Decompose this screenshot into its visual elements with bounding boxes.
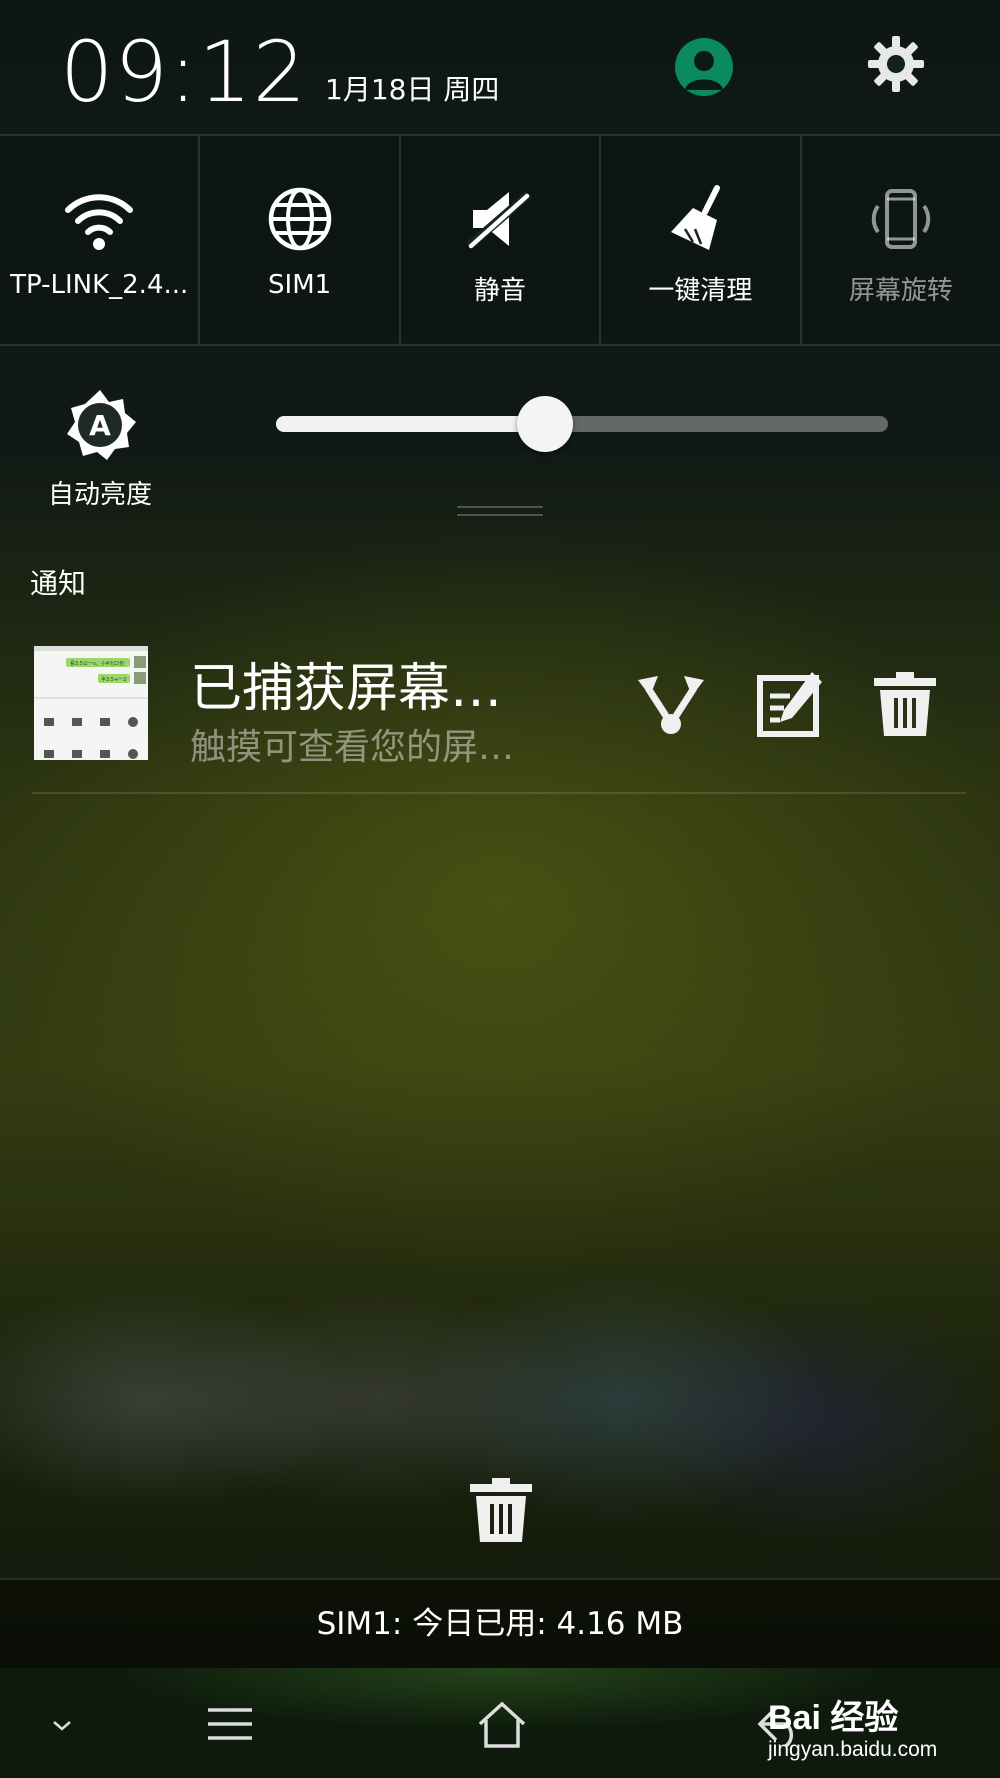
clear-all-notifications-icon[interactable] xyxy=(466,1476,536,1546)
brightness-slider-fill xyxy=(276,416,546,432)
toggle-mute-label: 静音 xyxy=(474,276,527,306)
screenshot-thumbnail: 看3.5公一v。小4七口也 半3.5+一2 xyxy=(34,646,148,760)
toggle-mobile-data[interactable]: SIM1 xyxy=(200,136,401,344)
edit-icon[interactable] xyxy=(754,670,824,740)
delete-icon[interactable] xyxy=(870,670,940,740)
toggle-screen-rotation[interactable]: 屏幕旋转 xyxy=(802,136,1000,344)
globe-icon xyxy=(268,187,331,251)
toggle-wifi-label: TP-LINK_2.4... xyxy=(10,270,189,300)
toggle-mute[interactable]: 静音 xyxy=(401,136,602,344)
notification-screenshot[interactable]: 看3.5公一v。小4七口也 半3.5+一2 已捕获屏幕… 触摸可查看您的屏… xyxy=(32,640,966,794)
share-icon[interactable] xyxy=(636,670,706,740)
clock-time: 09:12 xyxy=(60,23,308,121)
rotate-icon xyxy=(871,189,931,249)
toggle-screen-rotation-label: 屏幕旋转 xyxy=(848,276,953,306)
menu-icon[interactable] xyxy=(200,1700,260,1750)
settings-gear-icon[interactable] xyxy=(866,34,926,94)
broom-icon xyxy=(671,185,721,250)
toggle-one-key-clean-label: 一键清理 xyxy=(648,276,753,306)
quick-settings-panel: TP-LINK_2.4... SIM1 静音 一键清理 屏幕旋转 xyxy=(0,134,1000,346)
brightness-slider[interactable] xyxy=(276,396,888,452)
watermark-url: jingyan.baidu.com xyxy=(768,1738,938,1761)
drag-handle[interactable] xyxy=(457,506,543,518)
notification-title: 已捕获屏幕… xyxy=(190,659,503,719)
auto-brightness-icon[interactable]: A xyxy=(63,388,137,462)
toggle-one-key-clean[interactable]: 一键清理 xyxy=(601,136,802,344)
wifi-icon xyxy=(65,194,134,250)
home-icon[interactable] xyxy=(472,1700,532,1750)
toggle-mobile-data-label: SIM1 xyxy=(268,270,332,300)
notifications-header: 通知 xyxy=(30,567,87,600)
down-chevron-icon[interactable] xyxy=(34,1700,90,1750)
brightness-slider-thumb[interactable] xyxy=(517,396,574,452)
baidu-jingyan-watermark: Bai 经验 jingyan.baidu.com xyxy=(760,1668,1000,1778)
svg-text:A: A xyxy=(89,409,111,442)
thumbnail-bubble-2: 半3.5+一2 xyxy=(101,676,126,683)
user-avatar-icon[interactable] xyxy=(675,38,733,96)
auto-brightness-label: 自动亮度 xyxy=(47,480,152,510)
watermark-brand: Bai 经验 xyxy=(768,1699,899,1737)
mute-icon xyxy=(466,190,532,250)
data-usage-label: SIM1: 今日已用: 4.16 MB xyxy=(0,1578,1000,1668)
toggle-wifi[interactable]: TP-LINK_2.4... xyxy=(0,136,201,344)
thumbnail-bubble-1: 看3.5公一v。小4七口也 xyxy=(70,660,124,667)
date-label: 1月18日 周四 xyxy=(325,73,500,106)
notification-subtitle: 触摸可查看您的屏… xyxy=(190,727,515,768)
